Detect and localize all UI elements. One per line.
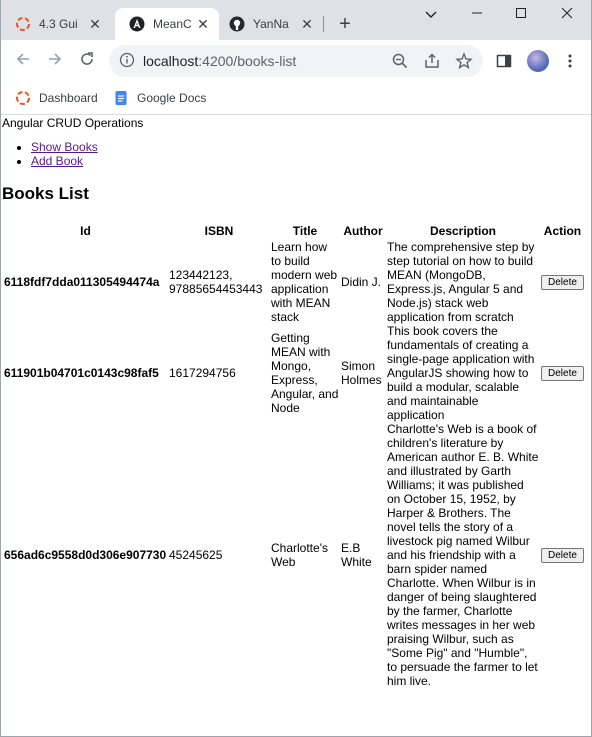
tab-search-icon[interactable] bbox=[417, 4, 445, 24]
browser-window: 4.3 Gui ✕ MeanC ✕ YanNa ✕ + localhost:42… bbox=[0, 0, 592, 737]
new-tab-button[interactable]: + bbox=[333, 12, 357, 36]
maximize-button[interactable] bbox=[507, 4, 535, 24]
bookmark-google-docs[interactable]: Google Docs bbox=[113, 88, 206, 108]
tab-3[interactable]: YanNa ✕ bbox=[215, 8, 323, 40]
book-action: Delete bbox=[540, 422, 585, 688]
toolbar: localhost:4200/books-list bbox=[1, 40, 591, 82]
book-title: Learn how to build modern web applicatio… bbox=[271, 240, 338, 324]
table-row: 611901b04701c0143c98faf5 1617294756 Gett… bbox=[3, 324, 585, 422]
nav-list: Show Books Add Book bbox=[13, 140, 98, 168]
book-title: Charlotte's Web bbox=[271, 541, 328, 569]
close-window-button[interactable] bbox=[553, 4, 581, 24]
bookmark-label: Google Docs bbox=[137, 91, 207, 105]
book-author: Didin J. bbox=[341, 275, 382, 289]
table-row: 656ad6c9558d0d306e907730 45245625 Charlo… bbox=[3, 422, 585, 688]
delete-button[interactable]: Delete bbox=[541, 275, 584, 290]
delete-button[interactable]: Delete bbox=[541, 548, 584, 563]
side-panel-icon[interactable] bbox=[495, 52, 513, 70]
angular-icon bbox=[129, 16, 145, 32]
forward-button[interactable] bbox=[43, 49, 67, 73]
tab-2[interactable]: MeanC ✕ bbox=[115, 8, 219, 40]
github-icon bbox=[229, 16, 245, 32]
column-header-title: Title bbox=[292, 224, 318, 238]
column-header-isbn: ISBN bbox=[204, 224, 234, 238]
tab-1[interactable]: 4.3 Gui ✕ bbox=[1, 8, 111, 40]
ubuntu-icon bbox=[15, 16, 31, 32]
back-button[interactable] bbox=[11, 49, 35, 73]
close-tab-icon[interactable]: ✕ bbox=[87, 16, 103, 32]
books-table: Id ISBN Title Author Description Action … bbox=[3, 222, 585, 688]
url-path: :4200/books-list bbox=[198, 53, 297, 69]
column-header-id: Id bbox=[80, 224, 91, 238]
nav-item: Show Books bbox=[31, 140, 98, 154]
tab-title: MeanC bbox=[153, 17, 192, 31]
url-host: localhost bbox=[143, 53, 199, 69]
minimize-button[interactable] bbox=[463, 4, 491, 24]
book-id: 6118fdf7dda011305494474a bbox=[4, 275, 160, 289]
tab-strip: 4.3 Gui ✕ MeanC ✕ YanNa ✕ + bbox=[1, 0, 591, 40]
url-text: localhost:4200/books-list bbox=[143, 53, 296, 69]
bookmarks-bar: Dashboard Google Docs bbox=[1, 82, 591, 115]
tab-title: YanNa bbox=[253, 17, 289, 31]
close-tab-icon[interactable]: ✕ bbox=[299, 16, 315, 32]
table-row: 6118fdf7dda011305494474a 123442123, 9788… bbox=[3, 240, 585, 324]
book-description: This book covers the fundamentals of cre… bbox=[387, 324, 535, 422]
book-action: Delete bbox=[540, 240, 585, 324]
menu-icon[interactable] bbox=[561, 52, 579, 70]
book-description: The comprehensive step by step tutorial … bbox=[387, 240, 535, 324]
nav-item: Add Book bbox=[31, 154, 98, 168]
star-icon[interactable] bbox=[455, 52, 473, 70]
add-book-link[interactable]: Add Book bbox=[31, 154, 83, 168]
ubuntu-icon bbox=[15, 90, 31, 106]
book-id: 611901b04701c0143c98faf5 bbox=[4, 366, 159, 380]
column-header-action: Action bbox=[543, 224, 582, 238]
book-isbn: 1617294756 bbox=[169, 366, 236, 380]
book-id: 656ad6c9558d0d306e907730 bbox=[4, 548, 167, 562]
book-action: Delete bbox=[540, 324, 585, 422]
book-title: Getting MEAN with Mongo, Express, Angula… bbox=[271, 331, 339, 415]
tab-separator bbox=[323, 16, 324, 32]
zoom-icon[interactable] bbox=[391, 52, 409, 70]
page-content: Angular CRUD Operations Show Books Add B… bbox=[1, 115, 591, 736]
page-heading: Books List bbox=[2, 184, 89, 203]
bookmark-dashboard[interactable]: Dashboard bbox=[15, 88, 98, 108]
docs-icon bbox=[113, 90, 129, 106]
bookmark-label: Dashboard bbox=[39, 91, 98, 105]
profile-avatar[interactable] bbox=[527, 50, 549, 72]
book-description: Charlotte's Web is a book of children's … bbox=[387, 422, 539, 688]
reload-button[interactable] bbox=[75, 49, 99, 73]
share-icon[interactable] bbox=[423, 52, 441, 70]
show-books-link[interactable]: Show Books bbox=[31, 140, 98, 154]
site-info-icon[interactable] bbox=[119, 52, 135, 68]
table-header-row: Id ISBN Title Author Description Action bbox=[3, 222, 585, 240]
delete-button[interactable]: Delete bbox=[541, 366, 584, 381]
book-isbn: 123442123, 97885654453443 bbox=[169, 268, 263, 296]
close-tab-icon[interactable]: ✕ bbox=[195, 16, 211, 32]
column-header-description: Description bbox=[429, 224, 496, 238]
book-author: Simon Holmes bbox=[341, 359, 382, 387]
address-bar[interactable]: localhost:4200/books-list bbox=[109, 45, 483, 77]
book-author: E.B White bbox=[341, 541, 372, 569]
book-isbn: 45245625 bbox=[169, 548, 223, 562]
tab-title: 4.3 Gui bbox=[39, 17, 78, 31]
column-header-author: Author bbox=[343, 224, 383, 238]
app-title: Angular CRUD Operations bbox=[2, 116, 144, 130]
